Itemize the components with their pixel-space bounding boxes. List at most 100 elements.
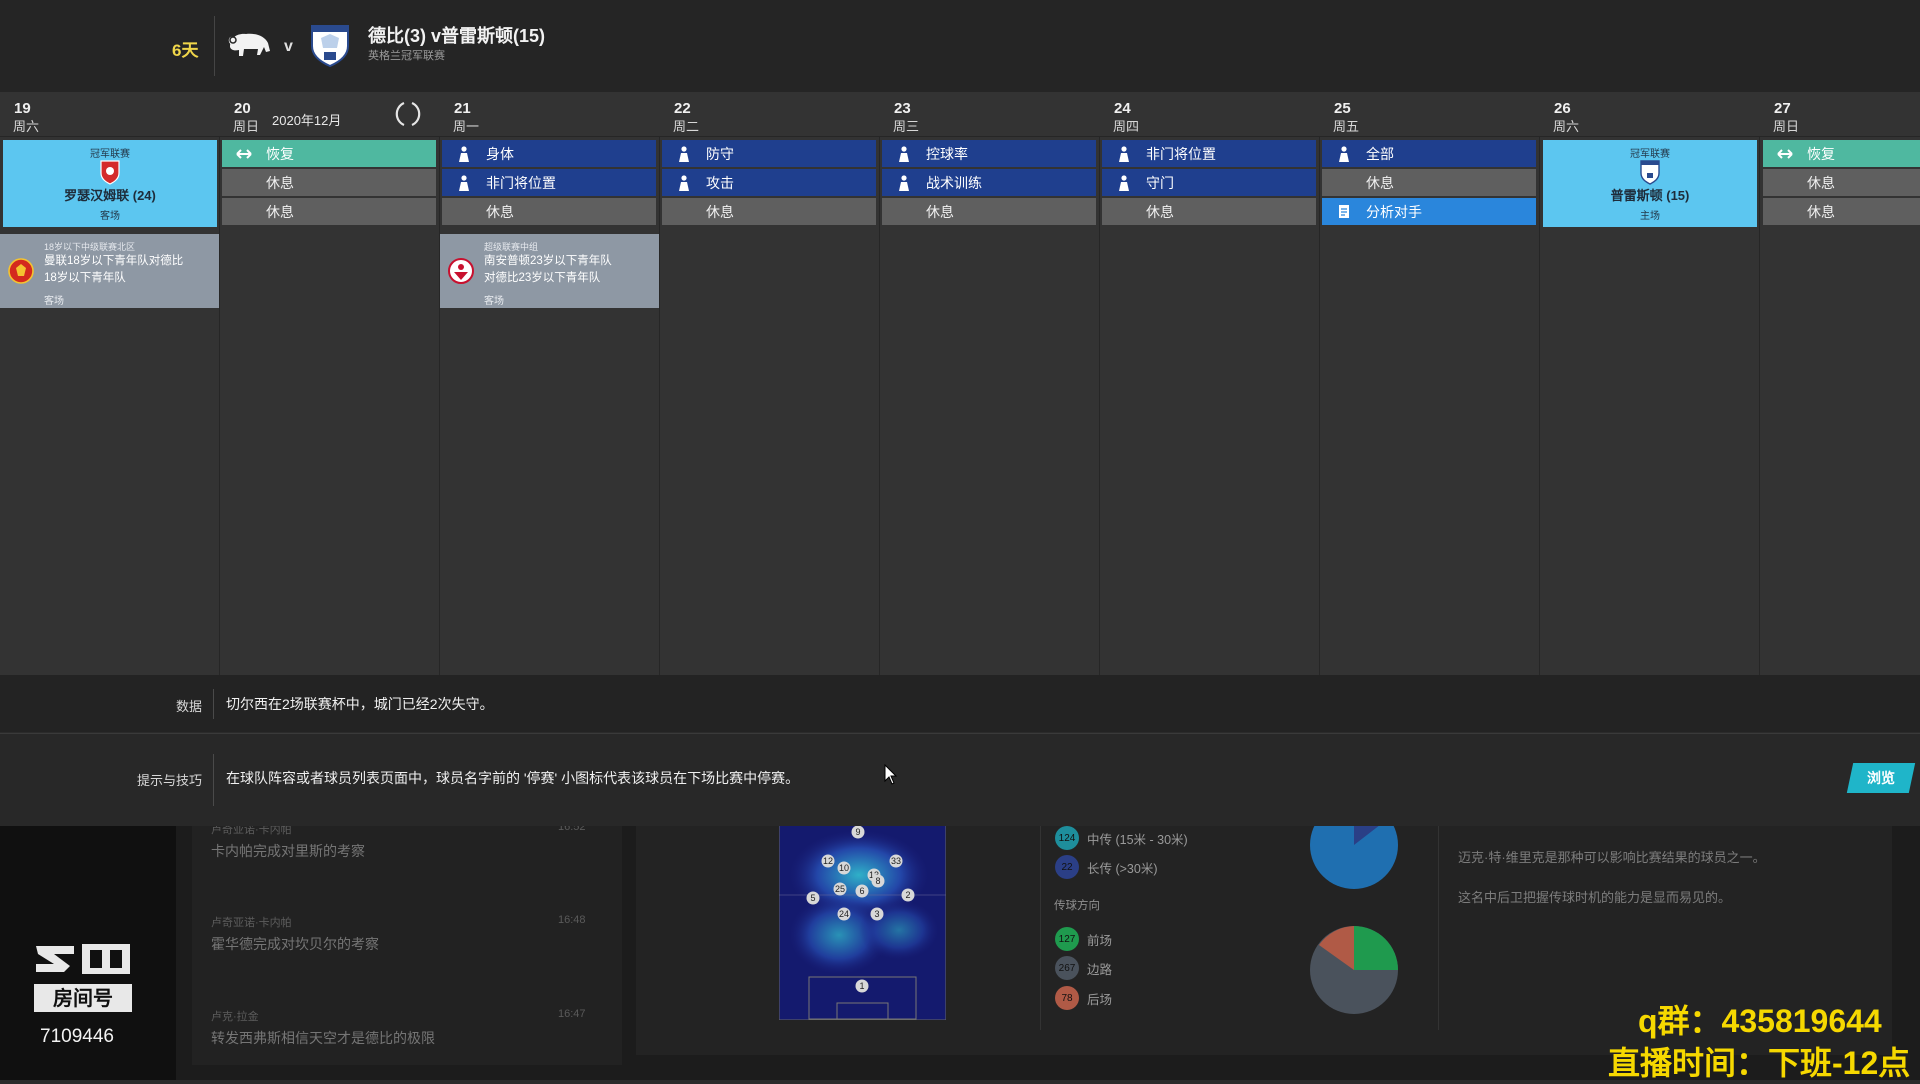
youth-fixture-line: 对德比23岁以下青年队: [484, 272, 601, 284]
news-text: 转发西弗斯相信天空才是德比的极限: [211, 1030, 435, 1046]
column-divider: [1759, 136, 1760, 675]
mouse-cursor-icon: [884, 764, 898, 785]
days-until-match: 6天: [172, 41, 199, 60]
match-card-away[interactable]: 冠军联赛 罗瑟汉姆联 (24) 客场: [3, 140, 217, 227]
session-label: 休息: [266, 174, 294, 191]
day-weekday: 周二: [673, 119, 700, 134]
youth-match-card[interactable]: 超级联赛中组 南安普顿23岁以下青年队 对德比23岁以下青年队 客场: [440, 234, 659, 308]
svg-text:房间号: 房间号: [53, 986, 113, 1010]
session-outfield[interactable]: 非门将位置: [442, 169, 656, 196]
heatmap-player-number: 8: [875, 876, 880, 886]
session-rest[interactable]: 休息: [222, 169, 436, 196]
training-cone-icon: [456, 145, 472, 162]
direction-stat-row: 127 前场: [1055, 927, 1112, 951]
session-rest[interactable]: 休息: [1102, 198, 1316, 225]
news-item[interactable]: 卢克·拉金 转发西弗斯相信天空才是德比的极限: [211, 1008, 435, 1048]
stat-count: 22: [1055, 855, 1079, 879]
day-number: 19: [14, 100, 31, 117]
stat-count: 78: [1055, 986, 1079, 1010]
session-label: 休息: [706, 203, 734, 220]
day-weekday: 周日: [233, 119, 260, 134]
player-heatmap: 9 12 10 13 33 8 25 6 5 2 24 3 1: [778, 824, 947, 1021]
session-rest[interactable]: 休息: [442, 198, 656, 225]
next-match-title[interactable]: 德比(3) v普雷斯顿(15): [368, 22, 545, 48]
preston-crest-icon: [1640, 160, 1660, 185]
session-recovery[interactable]: 恢复: [222, 140, 436, 167]
youth-fixture-line: 南安普顿23岁以下青年队: [484, 255, 612, 267]
session-analyze-opponent[interactable]: 分析对手: [1322, 198, 1536, 225]
match-opponent: 罗瑟汉姆联 (24): [64, 188, 156, 203]
column-divider: [659, 136, 660, 675]
heatmap-player-number: 9: [855, 827, 860, 837]
session-label: 全部: [1366, 145, 1394, 162]
day-number: 24: [1114, 100, 1131, 117]
match-venue: 主场: [1640, 211, 1660, 222]
room-number: 7109446: [40, 1026, 114, 1047]
news-item[interactable]: 卢奇亚诺·卡内帕 霍华德完成对坎贝尔的考察: [211, 914, 379, 954]
rotherham-crest-icon: [100, 160, 120, 185]
training-cone-icon: [1116, 145, 1132, 162]
news-item[interactable]: 卢奇亚诺·卡内帕 卡内帕完成对里斯的考察: [211, 821, 365, 861]
player-report-text: 迈克·特·维里克是那种可以影响比赛结果的球员之一。: [1458, 850, 1766, 865]
preston-crest-icon[interactable]: [304, 22, 356, 68]
session-rest[interactable]: 休息: [1763, 198, 1920, 225]
heatmap-player-number: 1: [859, 981, 864, 991]
youth-match-card[interactable]: 18岁以下中级联赛北区 曼联18岁以下青年队对德比 18岁以下青年队 客场: [0, 234, 219, 308]
youth-venue: 客场: [44, 296, 64, 307]
session-rest[interactable]: 休息: [882, 198, 1096, 225]
versus-label: v: [284, 38, 293, 55]
youth-fixture-line: 18岁以下青年队: [44, 272, 126, 284]
session-label: 休息: [1146, 203, 1174, 220]
derby-crest-icon[interactable]: [224, 22, 276, 68]
session-physical[interactable]: 身体: [442, 140, 656, 167]
day-weekday: 周六: [1553, 119, 1580, 134]
session-rest[interactable]: 休息: [1763, 169, 1920, 196]
divider: [0, 136, 1920, 137]
training-cone-icon: [676, 145, 692, 162]
stat-label: 边路: [1087, 962, 1113, 977]
tips-bar: 提示与技巧 在球队阵容或者球员列表页面中，球员名字前的 '停赛' 小图标代表该球…: [0, 733, 1920, 826]
session-rest[interactable]: 休息: [222, 198, 436, 225]
top-bar: 6天 v 德比(3) v普雷斯顿(15) 英格兰冠军联赛: [0, 0, 1920, 92]
day-number: 26: [1554, 100, 1571, 117]
browse-button[interactable]: 浏览: [1846, 763, 1916, 793]
recovery-arrows-icon: [236, 145, 252, 162]
session-label: 休息: [266, 203, 294, 220]
month-label: 2020年12月: [272, 113, 342, 128]
day-number: 25: [1334, 100, 1351, 117]
session-label: 恢复: [266, 145, 294, 162]
session-tactical[interactable]: 战术训练: [882, 169, 1096, 196]
heatmap-player-number: 2: [905, 890, 910, 900]
direction-stat-row: 78 后场: [1055, 986, 1112, 1010]
match-card-home[interactable]: 冠军联赛 普雷斯顿 (15) 主场: [1543, 140, 1757, 227]
day-header: 24 周四: [1100, 92, 1319, 136]
day-number: 20: [234, 100, 251, 117]
training-cone-icon: [896, 174, 912, 191]
column-divider: [219, 136, 220, 675]
news-text: 卡内帕完成对里斯的考察: [211, 843, 365, 859]
session-label: 攻击: [706, 174, 734, 191]
session-outfield[interactable]: 非门将位置: [1102, 140, 1316, 167]
session-goalkeeping[interactable]: 守门: [1102, 169, 1316, 196]
session-rest[interactable]: 休息: [1322, 169, 1536, 196]
session-attacking[interactable]: 攻击: [662, 169, 876, 196]
session-label: 休息: [1807, 203, 1835, 220]
column-divider: [879, 136, 880, 675]
session-defending[interactable]: 防守: [662, 140, 876, 167]
column-divider: [1099, 136, 1100, 675]
day-weekday: 周四: [1113, 119, 1140, 134]
data-bar-text: 切尔西在2场联赛杯中，城门已经2次失守。: [226, 696, 494, 712]
tips-bar-label: 提示与技巧: [136, 773, 202, 788]
stat-label: 后场: [1087, 992, 1113, 1007]
youth-venue: 客场: [484, 296, 504, 307]
session-label: 恢复: [1807, 145, 1835, 162]
session-recovery[interactable]: 恢复: [1763, 140, 1920, 167]
next-match-competition: 英格兰冠军联赛: [368, 50, 445, 62]
stat-label: 长传 (>30米): [1087, 861, 1158, 876]
session-rest[interactable]: 休息: [662, 198, 876, 225]
session-all[interactable]: 全部: [1322, 140, 1536, 167]
session-label: 非门将位置: [1146, 145, 1216, 162]
session-possession[interactable]: 控球率: [882, 140, 1096, 167]
heatmap-player-number: 12: [823, 856, 833, 866]
session-label: 休息: [1366, 174, 1394, 191]
